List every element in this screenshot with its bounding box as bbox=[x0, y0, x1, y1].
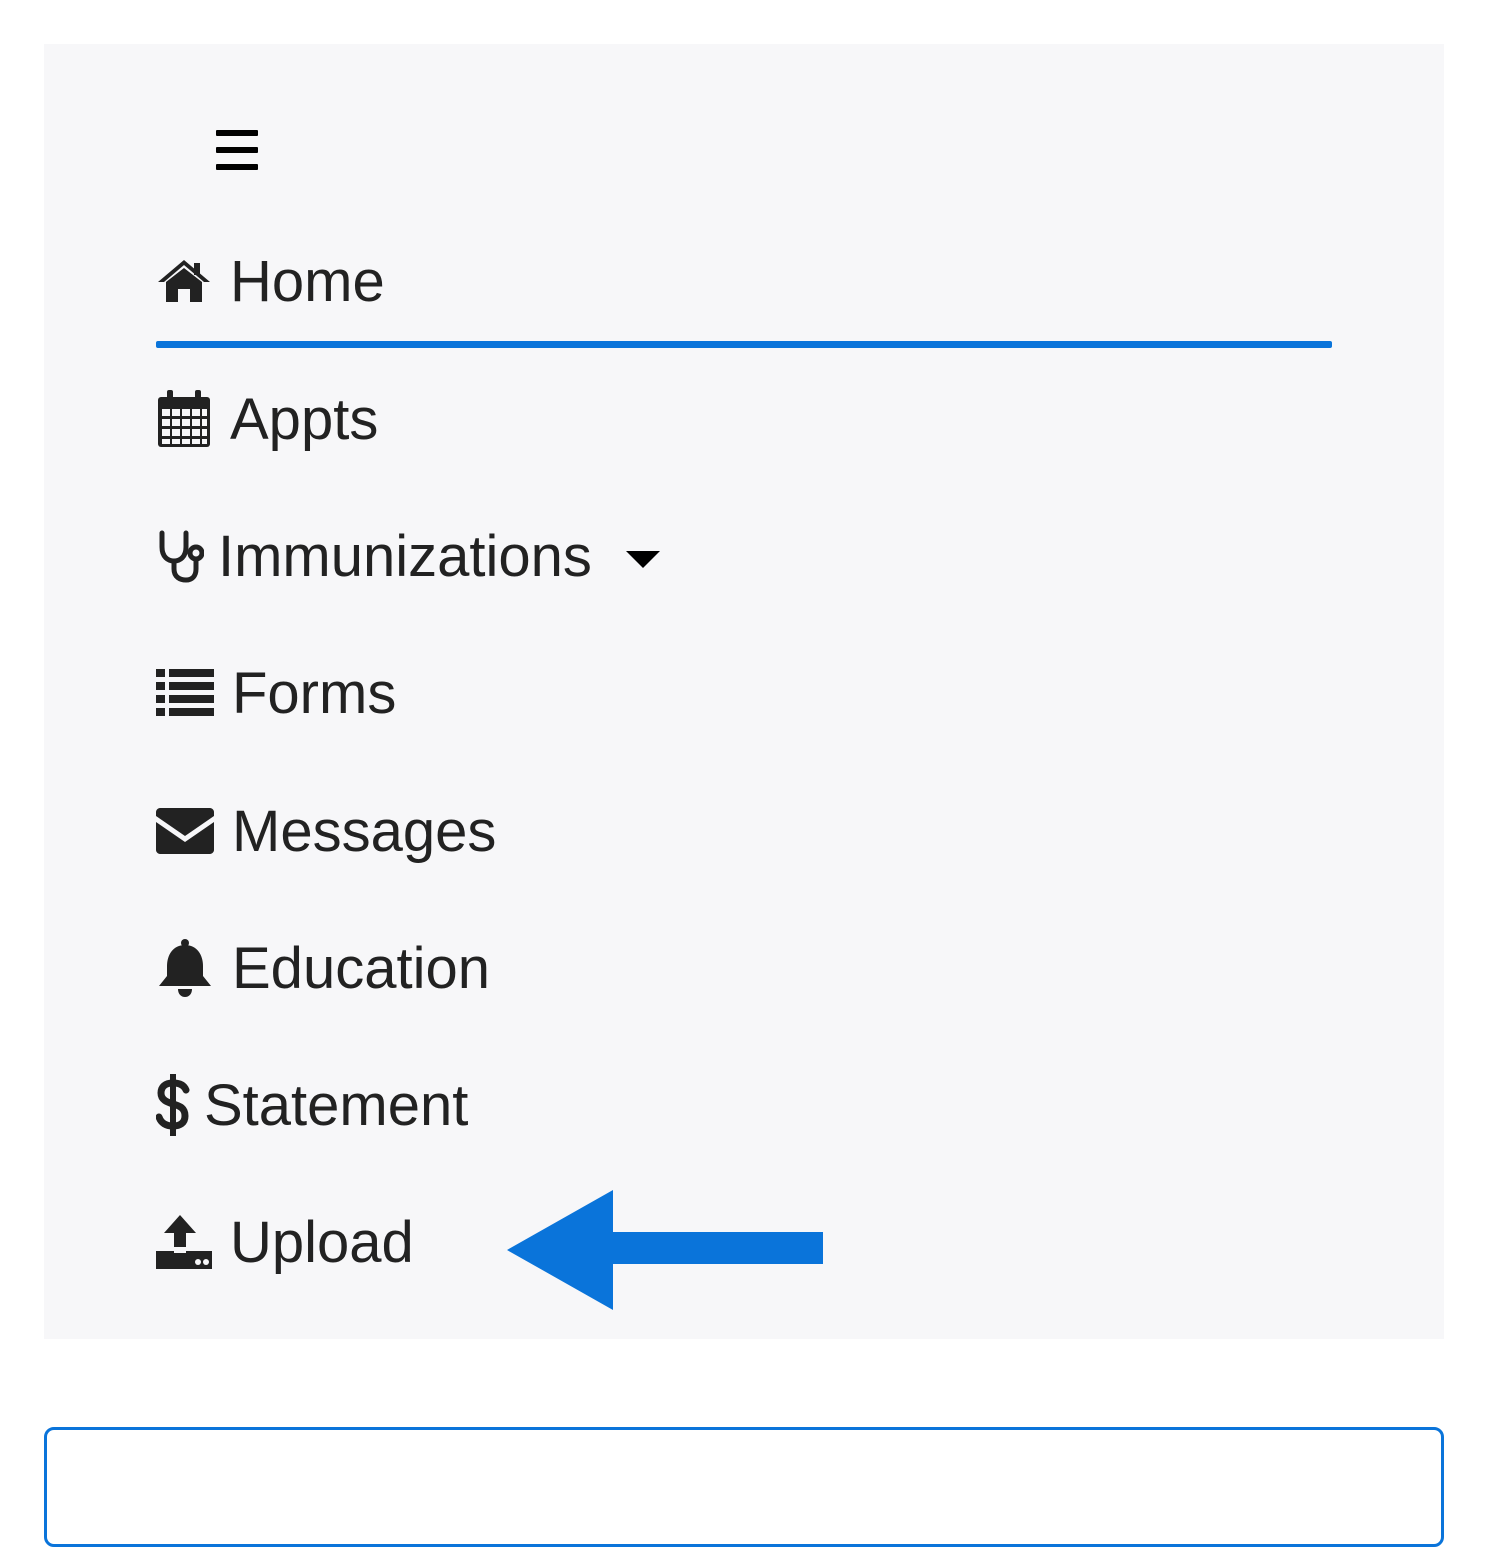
nav-item-forms[interactable]: Forms bbox=[156, 658, 396, 728]
nav-item-education[interactable]: Education bbox=[156, 933, 490, 1003]
list-icon bbox=[156, 669, 214, 717]
home-icon bbox=[156, 258, 212, 304]
nav-item-messages[interactable]: Messages bbox=[156, 796, 496, 866]
stethoscope-icon bbox=[156, 529, 204, 583]
hamburger-icon[interactable] bbox=[216, 128, 260, 172]
nav-item-label: Education bbox=[232, 935, 490, 1001]
nav-item-label: Immunizations bbox=[218, 523, 592, 589]
dollar-icon bbox=[156, 1074, 190, 1136]
nav-item-label: Statement bbox=[204, 1072, 469, 1138]
nav-item-label: Messages bbox=[232, 798, 497, 864]
nav-item-label: Upload bbox=[230, 1209, 414, 1275]
calendar-icon bbox=[156, 389, 212, 449]
nav-item-label: Home bbox=[230, 248, 385, 314]
active-tab-indicator bbox=[156, 341, 1332, 348]
envelope-icon bbox=[156, 808, 214, 854]
arrow-left-icon bbox=[505, 1188, 827, 1319]
nav-item-immunizations[interactable]: Immunizations bbox=[156, 521, 660, 591]
bell-icon bbox=[156, 938, 214, 998]
upload-icon bbox=[156, 1215, 212, 1269]
nav-item-statement[interactable]: Statement bbox=[156, 1070, 468, 1140]
dropdown-caret-icon bbox=[625, 550, 660, 568]
nav-item-appts[interactable]: Appts bbox=[156, 384, 378, 454]
nav-item-upload[interactable]: Upload bbox=[156, 1207, 414, 1277]
nav-item-label: Appts bbox=[230, 386, 379, 452]
nav-item-home[interactable]: Home bbox=[156, 246, 385, 316]
content-card bbox=[44, 1427, 1444, 1547]
nav-item-label: Forms bbox=[232, 660, 397, 726]
